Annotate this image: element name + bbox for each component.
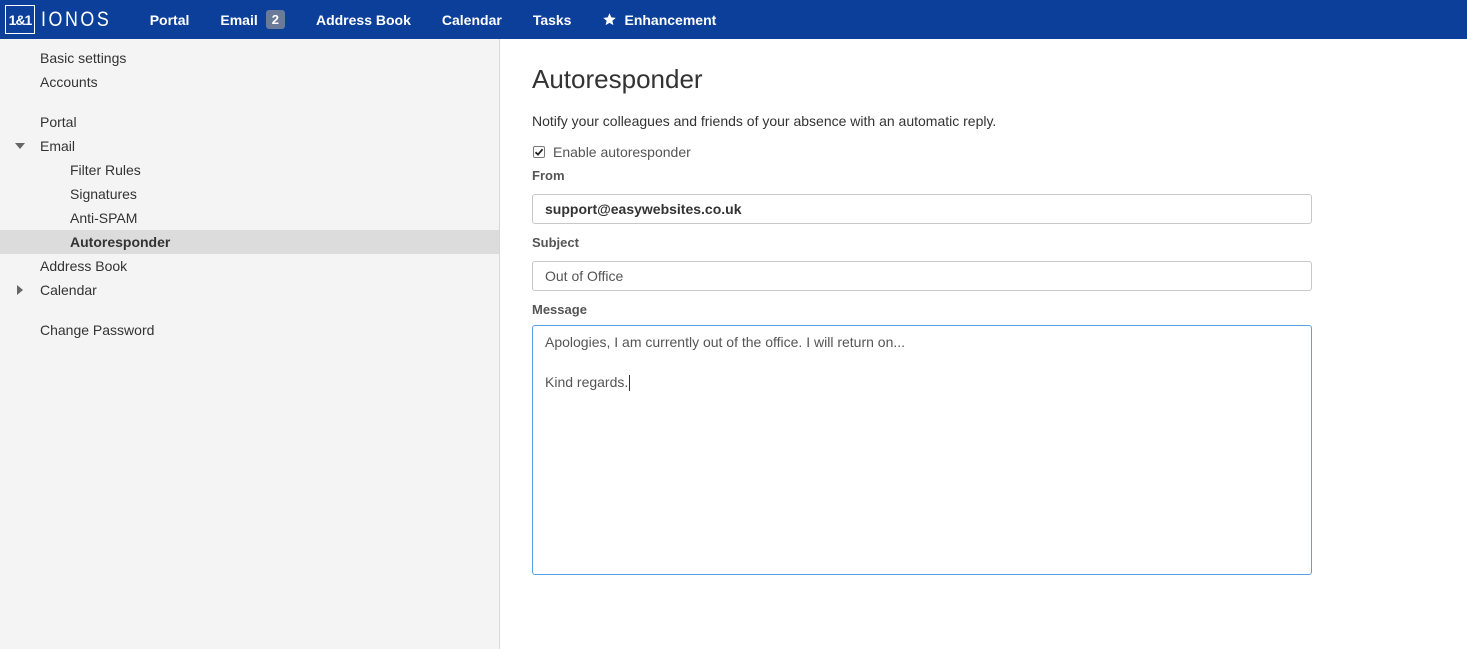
nav-calendar-label: Calendar <box>441 11 502 28</box>
main-nav: Portal Email 2 Address Book Calendar Tas… <box>132 0 748 39</box>
sidebar-item-label: Calendar <box>40 282 97 298</box>
nav-calendar[interactable]: Calendar <box>442 0 502 39</box>
sidebar-item-label: Autoresponder <box>70 234 171 250</box>
from-label: From <box>532 168 565 183</box>
sidebar-item-label: Address Book <box>40 258 128 274</box>
sidebar-item-label: Accounts <box>40 74 98 90</box>
sidebar-item-address-book[interactable]: Address Book <box>0 254 499 278</box>
sidebar-item-label: Basic settings <box>40 50 127 66</box>
enable-autoresponder-row[interactable]: Enable autoresponder <box>532 144 691 160</box>
nav-tasks[interactable]: Tasks <box>533 0 572 39</box>
page-title: Autoresponder <box>532 64 703 94</box>
sidebar-item-basic-settings[interactable]: Basic settings <box>0 46 499 70</box>
sidebar-item-accounts[interactable]: Accounts <box>0 70 499 94</box>
sidebar-item-calendar[interactable]: Calendar <box>0 278 499 302</box>
sidebar-item-anti-spam[interactable]: Anti-SPAM <box>0 206 499 230</box>
checkmark-icon <box>534 148 544 156</box>
nav-tasks-label: Tasks <box>532 11 572 28</box>
message-line: Apologies, I am currently out of the off… <box>545 334 906 350</box>
sidebar-item-label: Change Password <box>40 322 155 338</box>
message-textarea[interactable]: Apologies, I am currently out of the off… <box>532 325 1312 575</box>
nav-email[interactable]: Email 2 <box>220 0 285 39</box>
sidebar-item-autoresponder[interactable]: Autoresponder <box>0 230 499 254</box>
enable-autoresponder-label: Enable autoresponder <box>553 144 691 160</box>
from-value: support@easywebsites.co.uk <box>545 201 742 217</box>
caret-right-icon[interactable] <box>14 278 26 302</box>
ionos-logo[interactable]: 1&1 IONOS <box>5 0 124 39</box>
subject-label: Subject <box>532 235 579 250</box>
unread-count-badge: 2 <box>265 10 285 29</box>
nav-enhancement[interactable]: Enhancement <box>602 0 716 39</box>
sidebar-item-label: Filter Rules <box>70 162 141 178</box>
sidebar-item-label: Email <box>40 138 76 154</box>
sidebar-item-portal[interactable]: Portal <box>0 110 499 134</box>
text-cursor <box>629 375 631 392</box>
nav-address-book-label: Address Book <box>315 11 411 28</box>
logo-text: IONOS <box>41 7 112 31</box>
message-label: Message <box>532 302 587 317</box>
sidebar-item-email[interactable]: Email <box>0 134 499 158</box>
from-field[interactable]: support@easywebsites.co.uk <box>532 194 1312 224</box>
sidebar-item-label: Portal <box>40 114 77 130</box>
sidebar-item-signatures[interactable]: Signatures <box>0 182 499 206</box>
sidebar-item-label: Anti-SPAM <box>70 210 138 226</box>
sidebar-item-change-password[interactable]: Change Password <box>0 318 499 342</box>
nav-enhancement-label: Enhancement <box>624 11 717 28</box>
settings-sidebar: Basic settings Accounts Portal Email Fil… <box>0 39 500 649</box>
enable-autoresponder-checkbox[interactable] <box>533 146 545 158</box>
caret-down-icon[interactable] <box>14 134 26 158</box>
top-bar: 1&1 IONOS Portal Email 2 Address Book Ca… <box>0 0 1467 39</box>
page-description: Notify your colleagues and friends of yo… <box>532 113 997 129</box>
sidebar-item-filter-rules[interactable]: Filter Rules <box>0 158 499 182</box>
subject-value: Out of Office <box>545 268 624 284</box>
message-line-last: Kind regards. <box>545 372 1299 392</box>
star-icon <box>603 13 617 26</box>
message-line <box>545 352 1299 372</box>
nav-portal-label: Portal <box>149 11 190 28</box>
subject-field[interactable]: Out of Office <box>532 261 1312 291</box>
logo-box: 1&1 <box>5 5 35 34</box>
nav-portal[interactable]: Portal <box>150 0 190 39</box>
nav-address-book[interactable]: Address Book <box>316 0 411 39</box>
message-line: Kind regards. <box>545 374 629 390</box>
sidebar-item-label: Signatures <box>70 186 137 202</box>
nav-email-label: Email <box>220 11 258 28</box>
